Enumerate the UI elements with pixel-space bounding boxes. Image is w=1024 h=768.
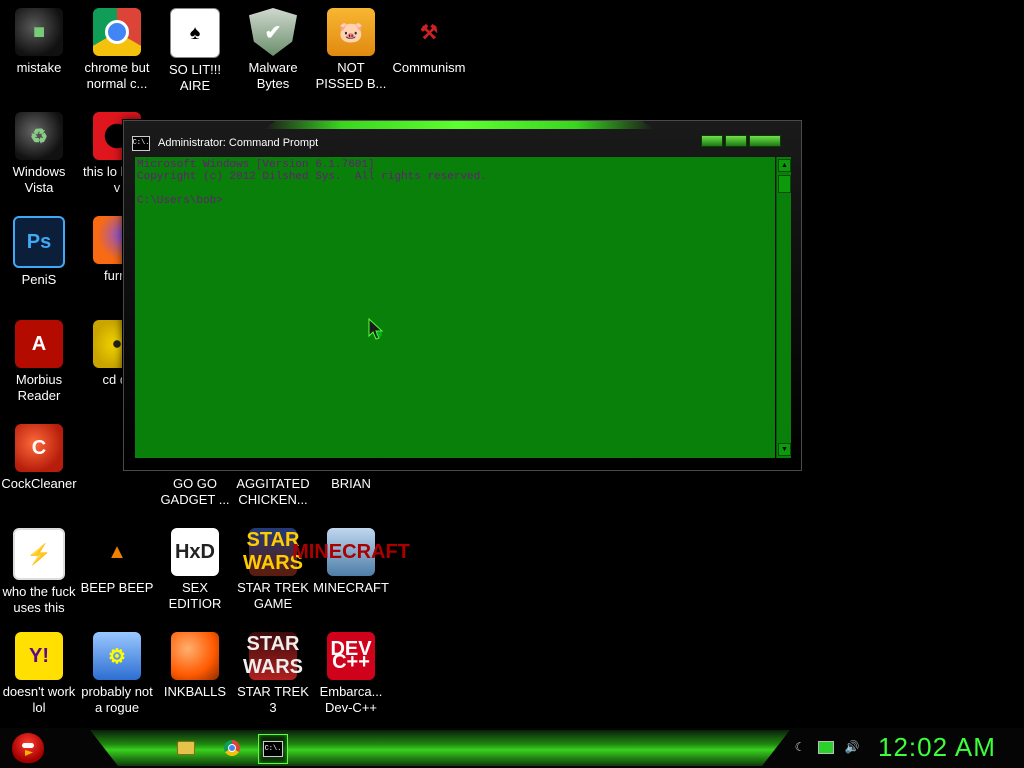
gear-monitor-icon: ⚙	[93, 632, 141, 680]
desktop-icon-photoshop[interactable]: Ps PeniS	[0, 210, 78, 288]
desktop-icon-label: Communism	[392, 60, 466, 75]
desktop-icon-label: mistake	[16, 60, 62, 75]
ccleaner-icon: C	[15, 424, 63, 472]
communism-icon: ⚒	[420, 21, 438, 44]
cmd-icon: C:\.	[263, 741, 283, 757]
yahoo-messenger-icon: Y!	[15, 632, 63, 680]
desktop-icon-label: BEEP BEEP	[80, 580, 154, 595]
desktop-icon-label: MINECRAFT	[313, 580, 389, 595]
mouse-cursor-icon	[368, 318, 384, 340]
minimize-button[interactable]	[701, 135, 723, 147]
lightning-icon: ⚡	[13, 528, 65, 580]
taskbar: C:\. ☾ 🔊 12:02 AM	[0, 728, 1024, 768]
desktop-icon-angry-birds[interactable]: 🐷 NOT PISSED B...	[312, 2, 390, 92]
desktop-icon-acrobat[interactable]: A Morbius Reader	[0, 314, 78, 404]
volume-icon[interactable]: 🔊	[844, 739, 860, 755]
console-scrollbar[interactable]: ▲ ▼	[776, 157, 791, 458]
network-icon[interactable]	[818, 739, 834, 755]
console-prompt: C:\Users\bob>	[137, 195, 223, 207]
console-line: Microsoft Windows [Version 6.1.7601]	[137, 159, 375, 171]
chrome-icon	[93, 8, 141, 56]
scroll-up-arrow-icon[interactable]: ▲	[778, 159, 791, 172]
desktop-icon-label: INKBALLS	[163, 684, 227, 699]
desktop-icon-label: CockCleaner	[1, 476, 77, 491]
window-title: Administrator: Command Prompt	[158, 137, 319, 149]
desktop-icon-label: probably not a rogue	[81, 684, 153, 715]
desktop-icon-solitaire[interactable]: ♠ SO LIT!!! AIRE	[156, 2, 234, 94]
window-controls	[701, 135, 781, 147]
desktop-icon-label: SEX EDITIOR	[168, 580, 222, 611]
scroll-thumb[interactable]	[778, 175, 791, 193]
maximize-button[interactable]	[725, 135, 747, 147]
desktop-icon-communism[interactable]: ⚒ Communism	[390, 2, 468, 76]
desktop-icon-devcpp[interactable]: DEV C++ Embarca... Dev-C++	[312, 626, 390, 716]
show-hidden-icons-icon[interactable]: ☾	[792, 739, 808, 755]
network-monitor-shape	[818, 740, 834, 754]
desktop-icon-minecraft[interactable]: MINECRAFT MINECRAFT	[292, 522, 410, 596]
desktop-icon-label: AGGITATED CHICKEN...	[236, 476, 310, 507]
desktop-icon-rogue[interactable]: ⚙ probably not a rogue	[78, 626, 156, 716]
scroll-down-arrow-icon[interactable]: ▼	[778, 443, 791, 456]
pig-icon: 🐷	[327, 8, 375, 56]
taskbar-command-prompt[interactable]: C:\.	[258, 734, 288, 764]
desktop-icon-label: who the fuck uses this	[2, 584, 76, 615]
folder-icon	[177, 741, 195, 755]
desktop-icon-label: STAR TREK GAME	[237, 580, 309, 611]
clock[interactable]: 12:02 AM	[878, 732, 996, 763]
desktop-icon-label: NOT PISSED B...	[315, 60, 387, 91]
desktop-icon-vlc[interactable]: ▲ BEEP BEEP	[78, 522, 156, 596]
desktop-icon-label: GO GO GADGET ...	[160, 476, 230, 507]
command-prompt-window[interactable]: C:\. Administrator: Command Prompt Micro…	[123, 120, 802, 471]
desktop-icon-yahoo[interactable]: Y! doesn't work lol	[0, 626, 78, 716]
star-wars-icon: STAR WARS	[243, 528, 303, 576]
shield-icon: ✔	[249, 8, 297, 56]
desktop-icon-label: SO LIT!!! AIRE	[168, 62, 221, 93]
desktop-icon-windows-vista[interactable]: ♻ Windows Vista	[0, 106, 78, 196]
chrome-icon	[224, 740, 240, 756]
taskbar-explorer[interactable]	[172, 734, 200, 762]
desktop-icon-hxd[interactable]: HxD SEX EDITIOR	[156, 522, 234, 612]
desktop: ■ mistake chrome but normal c... ♠ SO LI…	[0, 0, 1024, 728]
desktop-icon-label: STAR TREK 3	[237, 684, 309, 715]
minecraft-icon: MINECRAFT	[292, 528, 410, 576]
console-output[interactable]: Microsoft Windows [Version 6.1.7601] Copy…	[135, 157, 775, 458]
desktop-icon-label: Embarca... Dev-C++	[319, 684, 383, 715]
acrobat-icon: A	[15, 320, 63, 368]
star-wars-icon: STAR WARS	[243, 632, 303, 680]
inkball-icon	[171, 632, 219, 680]
desktop-icon-label: chrome but normal c...	[84, 60, 150, 91]
recycle-bin-icon: ♻	[15, 112, 63, 160]
desktop-icon-chrome[interactable]: chrome but normal c...	[78, 2, 156, 92]
desktop-icon-inkballs[interactable]: INKBALLS	[156, 626, 234, 700]
desktop-icon-label: BRIAN	[331, 476, 371, 491]
taskbar-chrome[interactable]	[218, 734, 246, 762]
desktop-icon-label: Windows Vista	[12, 164, 66, 195]
mistake-icon: ■	[15, 8, 63, 56]
desktop-icon-malwarebytes[interactable]: ✔ Malware Bytes	[234, 2, 312, 92]
desktop-icon-label: PeniS	[21, 272, 57, 287]
desktop-icon-star-trek-3[interactable]: STAR WARS STAR TREK 3	[234, 626, 312, 716]
window-titlebar[interactable]: C:\. Administrator: Command Prompt	[132, 133, 792, 153]
desktop-icon-label: Morbius Reader	[15, 372, 63, 403]
angry-bird-icon	[12, 733, 44, 763]
console-line: Copyright (c) 2012 Dilshed Sys. All righ…	[137, 171, 487, 183]
hxd-icon: HxD	[171, 528, 219, 576]
dev-cpp-icon: DEV C++	[327, 632, 375, 680]
start-button[interactable]	[8, 730, 48, 766]
desktop-icon-star-trek-game[interactable]: STAR WARS STAR TREK GAME	[234, 522, 312, 612]
desktop-icon-mistake[interactable]: ■ mistake	[0, 2, 78, 76]
desktop-icon-bolt[interactable]: ⚡ who the fuck uses this	[0, 522, 78, 616]
desktop-icon-label: Malware Bytes	[248, 60, 298, 91]
desktop-icon-ccleaner[interactable]: C CockCleaner	[0, 418, 78, 492]
cmd-icon: C:\.	[132, 135, 150, 151]
system-tray: ☾ 🔊	[792, 739, 860, 755]
photoshop-icon: Ps	[13, 216, 65, 268]
vlc-cone-icon: ▲	[107, 540, 127, 563]
close-button[interactable]	[749, 135, 781, 147]
window-top-glow	[264, 121, 654, 129]
desktop-icon-label: doesn't work lol	[2, 684, 76, 715]
cards-icon: ♠	[170, 8, 220, 58]
